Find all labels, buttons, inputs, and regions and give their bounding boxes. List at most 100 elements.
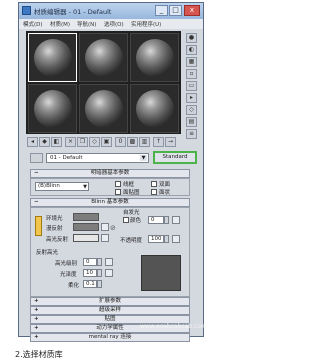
diffuse-map-button[interactable] xyxy=(101,223,109,231)
material-sphere xyxy=(34,90,72,128)
chevron-down-icon: ▼ xyxy=(83,184,87,190)
rollout-extended[interactable]: + 扩展参数 xyxy=(30,297,190,306)
highlight-curve-preview xyxy=(141,255,181,291)
glossiness-spinner-arrows[interactable] xyxy=(97,269,102,277)
self-illum-map-button[interactable] xyxy=(172,216,180,224)
material-sphere xyxy=(85,90,123,128)
show-map-icon[interactable]: ▩ xyxy=(127,137,138,147)
specular-highlights-title: 反射高光 xyxy=(36,250,59,256)
rollout-title: 超级采样 xyxy=(98,307,121,313)
go-to-parent-icon[interactable]: ↑ xyxy=(153,137,164,147)
title-bar[interactable]: 材质编辑器 - 01 - Default _ □ x xyxy=(19,3,203,20)
expand-icon: + xyxy=(34,307,39,313)
assign-to-selection-icon[interactable]: ◧ xyxy=(51,137,62,147)
material-type-button[interactable]: Standard xyxy=(153,151,197,164)
rollout-title: mental ray 连接 xyxy=(88,334,132,340)
two-sided-checkbox[interactable] xyxy=(151,181,157,187)
show-end-result-icon[interactable]: ▥ xyxy=(139,137,150,147)
sample-slot-4[interactable] xyxy=(28,84,77,133)
menu-bar: 模式(D) 材质(M) 导航(N) 选项(O) 实用程序(U) xyxy=(19,19,203,29)
put-to-library-icon[interactable]: ▣ xyxy=(101,137,112,147)
opacity-value-field[interactable]: 100 xyxy=(148,235,164,243)
uv-tiling-icon[interactable]: ▫ xyxy=(186,69,197,79)
collapse-icon: − xyxy=(34,199,39,205)
faceted-label: 面状 xyxy=(159,190,171,196)
rollout-shader-basic[interactable]: − 明暗器基本参数 xyxy=(30,169,190,178)
glossiness-field[interactable]: 10 xyxy=(83,269,97,277)
rollout-title: 贴图 xyxy=(104,316,116,322)
sample-slot-5[interactable] xyxy=(79,84,128,133)
specular-level-map-button[interactable] xyxy=(105,258,113,266)
diffuse-label: 漫反射 xyxy=(46,226,63,232)
expand-icon: + xyxy=(34,325,39,331)
material-name-field[interactable]: 01 - Default ▼ xyxy=(46,153,149,163)
reset-material-icon[interactable]: × xyxy=(65,137,76,147)
sample-slot-3[interactable] xyxy=(130,33,179,82)
material-id-icon[interactable]: 0 xyxy=(115,137,126,147)
shader-type-select[interactable]: (B)Blinn ▼ xyxy=(35,182,89,191)
expand-icon: + xyxy=(34,298,39,304)
sample-slot-2[interactable] xyxy=(79,33,128,82)
lock-icon[interactable] xyxy=(35,216,42,236)
minimize-button[interactable]: _ xyxy=(155,5,168,16)
opacity-spinner-arrows[interactable] xyxy=(164,235,169,243)
specular-level-field[interactable]: 0 xyxy=(83,258,97,266)
wire-checkbox[interactable] xyxy=(115,181,121,187)
expand-icon: + xyxy=(34,334,39,340)
ambient-color-swatch[interactable] xyxy=(73,213,99,221)
lock-toggle-icon[interactable]: ⊘ xyxy=(110,224,116,232)
sample-slots xyxy=(26,31,181,134)
soften-spinner-arrows[interactable] xyxy=(97,280,102,288)
specular-level-spinner-arrows[interactable] xyxy=(97,258,102,266)
shader-type-value: (B)Blinn xyxy=(38,183,60,189)
glossiness-map-button[interactable] xyxy=(105,269,113,277)
rollout-blinn-basic[interactable]: − Blinn 基本参数 xyxy=(30,198,190,207)
options-icon[interactable]: ◇ xyxy=(186,105,197,115)
specular-color-swatch[interactable] xyxy=(73,234,99,242)
diffuse-color-swatch[interactable] xyxy=(73,223,99,231)
chevron-down-icon[interactable]: ▼ xyxy=(140,155,147,161)
self-illum-color-checkbox[interactable] xyxy=(123,217,129,223)
sample-slot-1[interactable] xyxy=(28,33,77,82)
faceted-checkbox[interactable] xyxy=(151,189,157,195)
blinn-basic-panel: 环境光 漫反射 高光反射 ⊘ 自发光 颜色 0 不透明度 100 反射高光 高光… xyxy=(30,207,190,297)
opacity-map-button[interactable] xyxy=(172,235,180,243)
window-title: 材质编辑器 - 01 - Default xyxy=(34,8,112,16)
rollout-title: 扩展参数 xyxy=(98,298,121,304)
rollout-supersampling[interactable]: + 超级采样 xyxy=(30,306,190,315)
material-sphere xyxy=(136,90,174,128)
select-by-material-icon[interactable]: ▤ xyxy=(186,117,197,127)
ambient-label: 环境光 xyxy=(46,216,63,222)
copy-material-icon[interactable]: ❐ xyxy=(77,137,88,147)
self-illum-color-label: 颜色 xyxy=(130,218,142,224)
maximize-button[interactable]: □ xyxy=(169,5,182,16)
video-color-check-icon[interactable]: ▭ xyxy=(186,81,197,91)
close-button[interactable]: x xyxy=(184,5,200,16)
sample-slot-6[interactable] xyxy=(130,84,179,133)
menu-options[interactable]: 选项(O) xyxy=(104,20,124,28)
get-material-icon[interactable]: ◂ xyxy=(27,137,38,147)
go-forward-sibling-icon[interactable]: → xyxy=(165,137,176,147)
menu-mode[interactable]: 模式(D) xyxy=(23,20,43,28)
rollout-title: 明暗器基本参数 xyxy=(90,170,130,176)
rollout-title: Blinn 基本参数 xyxy=(91,199,129,205)
menu-utilities[interactable]: 实用程序(U) xyxy=(131,20,161,28)
specular-map-button[interactable] xyxy=(101,234,109,242)
menu-navigation[interactable]: 导航(N) xyxy=(77,20,96,28)
material-sphere xyxy=(85,39,123,77)
menu-material[interactable]: 材质(M) xyxy=(50,20,70,28)
put-to-scene-icon[interactable]: ◆ xyxy=(39,137,50,147)
make-preview-icon[interactable]: ▸ xyxy=(186,93,197,103)
backlight-icon[interactable]: ◐ xyxy=(186,45,197,55)
background-icon[interactable]: ▦ xyxy=(186,57,197,67)
soften-label: 柔化 xyxy=(68,283,80,289)
sample-type-icon[interactable]: ● xyxy=(186,33,197,43)
soften-field[interactable]: 0.1 xyxy=(83,280,97,288)
self-illum-value-field[interactable]: 0 xyxy=(148,216,164,224)
face-map-checkbox[interactable] xyxy=(115,189,121,195)
material-navigator-icon[interactable]: ≡ xyxy=(186,129,197,139)
self-illum-spinner-arrows[interactable] xyxy=(164,216,169,224)
rollout-mental-ray[interactable]: + mental ray 连接 xyxy=(30,333,190,342)
pick-material-icon[interactable] xyxy=(30,153,43,163)
make-unique-icon[interactable]: ◇ xyxy=(89,137,100,147)
